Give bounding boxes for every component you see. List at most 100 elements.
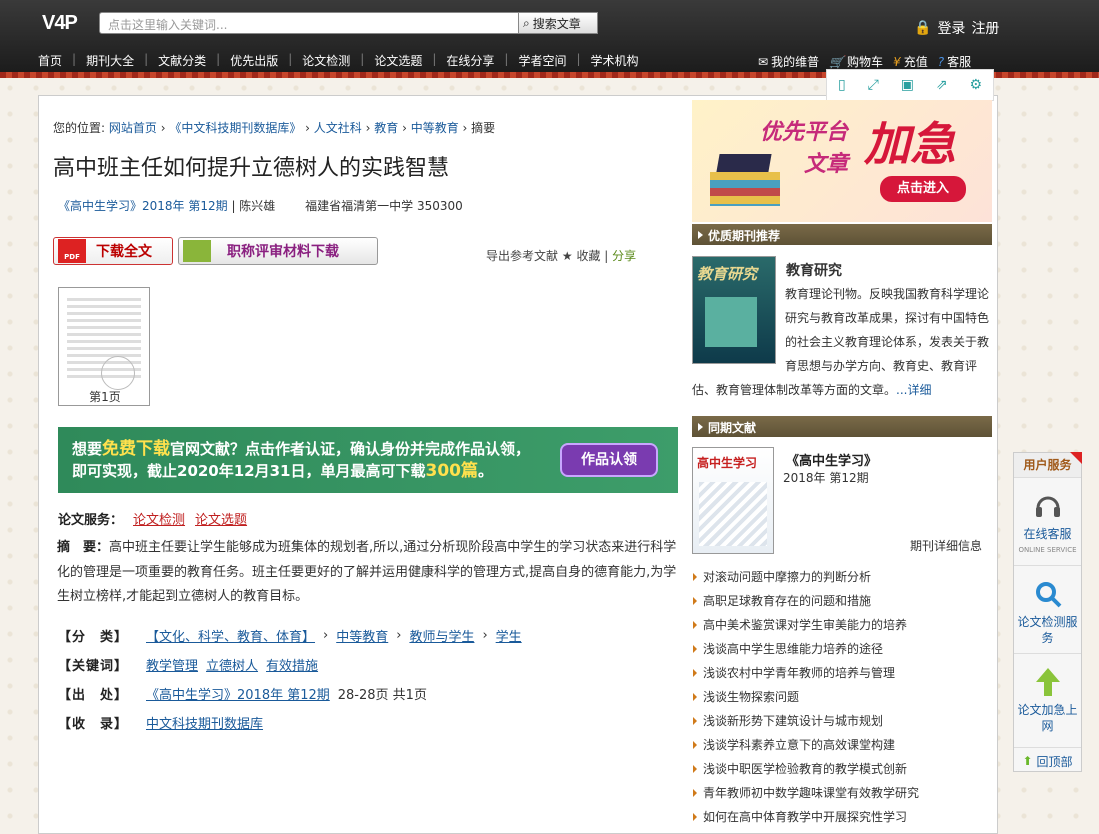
back-to-top-button[interactable]: ⬆ 回顶部 xyxy=(1014,748,1081,774)
issue-name[interactable]: 《高中生学习》 xyxy=(786,450,877,469)
lock-icon: 🔒 xyxy=(914,20,932,36)
breadcrumb-database[interactable]: 《中文科技期刊数据库》 xyxy=(169,121,301,135)
favorite-link[interactable]: 收藏 xyxy=(576,249,600,263)
share-link[interactable]: 分享 xyxy=(612,249,636,263)
journal-name[interactable]: 教育研究 xyxy=(786,260,842,280)
journal-detail-link[interactable]: ...详细 xyxy=(896,383,931,397)
export-link[interactable]: 导出参考文献 xyxy=(486,249,558,263)
topic-select-link[interactable]: 论文选题 xyxy=(195,513,247,528)
search-button[interactable]: ⌕ 搜索文章 xyxy=(518,12,598,34)
fullscreen-icon[interactable]: ⤢ xyxy=(868,77,879,93)
paper-services: 论文服务： 论文检测 论文选题 xyxy=(58,513,248,528)
seal-icon xyxy=(101,356,135,390)
breadcrumb-education[interactable]: 教育 xyxy=(374,121,398,135)
star-icon: ★ xyxy=(561,249,573,263)
nav-item[interactable]: 优先出版 xyxy=(220,52,288,69)
article-title: 高中班主任如何提升立德树人的实践智慧 xyxy=(53,156,450,181)
same-issue-article[interactable]: 浅谈生物探索问题 xyxy=(692,685,992,709)
issue-detail-link[interactable]: 期刊详细信息 xyxy=(910,537,982,554)
breadcrumb-secondary[interactable]: 中等教育 xyxy=(411,121,459,135)
nav-item[interactable]: 学术机构 xyxy=(581,52,649,69)
nav-item[interactable]: 学者空间 xyxy=(508,52,576,69)
database-row: 【收 录】 中文科技期刊数据库 xyxy=(58,713,263,732)
register-link[interactable]: 注册 xyxy=(971,18,999,38)
breadcrumb-humanities[interactable]: 人文社科 xyxy=(314,121,362,135)
abstract: 摘 要：高中班主任要让学生能够成为班集体的规划者,所以,通过分析现阶段高中学生的… xyxy=(57,540,677,604)
user-service-panel: 用户服务 在线客服 ONLINE SERVICE 论文检测服务 论文加急上网 ⬆ 回… xyxy=(1013,452,1082,772)
category-link-3[interactable]: 教师与学生 xyxy=(409,626,474,645)
close-icon[interactable] xyxy=(1070,452,1082,464)
keyword-link[interactable]: 有效措施 xyxy=(266,655,318,674)
same-issue-article[interactable]: 浅谈新形势下建筑设计与城市规划 xyxy=(692,709,992,733)
source-row: 【出 处】 《高中生学习》2018年 第12期 28-28页 共1页 xyxy=(58,684,427,703)
my-vip-link[interactable]: ✉ 我的维普 xyxy=(758,53,819,70)
yen-icon: ¥ xyxy=(893,54,901,69)
nav-item[interactable]: 期刊大全 xyxy=(76,52,144,69)
same-issue-article[interactable]: 高中美术鉴赏课对学生审美能力的培养 xyxy=(692,613,992,637)
support-link[interactable]: ? 客服 xyxy=(938,53,971,70)
category-link-1[interactable]: 【文化、科学、教育、体育】 xyxy=(146,626,315,645)
paper-check-link[interactable]: 论文检测 xyxy=(133,513,185,528)
save-icon[interactable]: ▣ xyxy=(901,77,914,93)
journal-description-tail: 估、教育管理体制改革等方面的文章。...详细 xyxy=(692,383,932,397)
recharge-link[interactable]: ¥ 充值 xyxy=(893,53,928,70)
issue-number: 2018年 第12期 xyxy=(783,471,869,485)
phone-icon[interactable]: ▯ xyxy=(838,77,846,93)
author-link[interactable]: 陈兴雄 xyxy=(239,199,275,213)
online-service-button[interactable]: 在线客服 ONLINE SERVICE xyxy=(1014,478,1081,566)
help-icon: ? xyxy=(937,54,945,69)
category-link-4[interactable]: 学生 xyxy=(496,626,522,645)
search-input[interactable]: 点击这里输入关键词... xyxy=(99,12,519,34)
download-full-button[interactable]: PDF 下载全文 xyxy=(53,237,173,265)
same-issue-article[interactable]: 高职足球教育存在的问题和措施 xyxy=(692,589,992,613)
claim-button[interactable]: 作品认领 xyxy=(560,443,658,477)
headset-icon xyxy=(1035,496,1060,517)
export-bar: 导出参考文献 ★ 收藏 | 分享 xyxy=(486,249,637,263)
document-icon xyxy=(183,240,211,262)
same-issue-article[interactable]: 浅谈农村中学青年教师的培养与管理 xyxy=(692,661,992,685)
same-issue-article[interactable]: 浅谈学科素养立意下的高效课堂构建 xyxy=(692,733,992,757)
download-material-button[interactable]: 职称评审材料下载 xyxy=(178,237,378,265)
same-issue-list: 对滚动问题中摩擦力的判断分析 高职足球教育存在的问题和措施 高中美术鉴赏课对学生审美… xyxy=(692,565,992,829)
page-thumbnail[interactable]: 第1页 xyxy=(58,287,150,406)
toolbar: ▯ ⤢ ▣ ⇗ ⚙ xyxy=(826,69,994,101)
share-icon[interactable]: ⇗ xyxy=(936,77,948,93)
settings-icon[interactable]: ⚙ xyxy=(969,77,982,93)
nav-item[interactable]: 首页 xyxy=(28,52,72,69)
nav-item[interactable]: 在线分享 xyxy=(436,52,504,69)
cart-link[interactable]: 🛒 购物车 xyxy=(829,53,883,70)
issue-cover[interactable]: 高中生学习 xyxy=(692,447,774,554)
nav-item[interactable]: 文献分类 xyxy=(148,52,216,69)
source-link[interactable]: 《高中生学习》2018年 第12期 xyxy=(146,684,330,703)
keyword-link[interactable]: 立德树人 xyxy=(206,655,258,674)
same-issue-article[interactable]: 如何在高中体育教学中开展探究性学习 xyxy=(692,805,992,829)
article-meta: 《高中生学习》2018年 第12期 | 陈兴雄 福建省福清第一中学 350300 xyxy=(58,199,463,213)
nav-item[interactable]: 论文检测 xyxy=(292,52,360,69)
arrow-up-icon: ⬆ xyxy=(1022,754,1033,768)
same-issue-article[interactable]: 对滚动问题中摩擦力的判断分析 xyxy=(692,565,992,589)
main-nav: 首页 | 期刊大全 | 文献分类 | 优先出版 | 论文检测 | 论文选题 | 在线分享 | 学者空间 | 学术… xyxy=(28,52,649,69)
journal-cover[interactable]: 教育研究 xyxy=(692,256,776,364)
site-logo[interactable]: V4P xyxy=(42,12,78,35)
breadcrumb-home[interactable]: 网站首页 xyxy=(109,121,157,135)
journal-link[interactable]: 《高中生学习》2018年 第12期 xyxy=(58,199,228,213)
keywords-row: 【关键词】 教学管理 立德树人 有效措施 xyxy=(58,655,318,674)
category-row: 【分 类】 【文化、科学、教育、体育】 › 中等教育 › 教师与学生 › 学生 xyxy=(58,626,522,645)
nav-item[interactable]: 论文选题 xyxy=(364,52,432,69)
same-issue-article[interactable]: 浅谈中职医学检验教育的教学模式创新 xyxy=(692,757,992,781)
same-issue-article[interactable]: 青年教师初中数学趣味课堂有效教学研究 xyxy=(692,781,992,805)
claim-banner[interactable]: 想要免费下载官网文献？点击作者认证，确认身份并完成作品认领， 即可实现，截止20… xyxy=(58,427,678,493)
mail-icon: ✉ xyxy=(758,54,769,69)
category-link-2[interactable]: 中等教育 xyxy=(336,626,388,645)
paper-boost-button[interactable]: 论文加急上网 xyxy=(1014,654,1081,748)
priority-ad[interactable]: 优先平台 文章 加急 点击进入 xyxy=(692,100,992,222)
same-issue-header: 同期文献 xyxy=(692,416,992,437)
search-icon: ⌕ xyxy=(523,15,530,30)
paper-detection-button[interactable]: 论文检测服务 xyxy=(1014,566,1081,654)
database-link[interactable]: 中文科技期刊数据库 xyxy=(146,713,263,732)
same-issue-article[interactable]: 浅谈高中学生思维能力培养的途径 xyxy=(692,637,992,661)
ad-enter-button[interactable]: 点击进入 xyxy=(880,176,966,202)
keyword-link[interactable]: 教学管理 xyxy=(146,655,198,674)
login-link[interactable]: 登录 xyxy=(937,18,965,38)
journal-description: 教育理论刊物。反映我国教育科学理论研究与教育改革成果，探讨有中国特色的社会主义教… xyxy=(785,287,990,373)
